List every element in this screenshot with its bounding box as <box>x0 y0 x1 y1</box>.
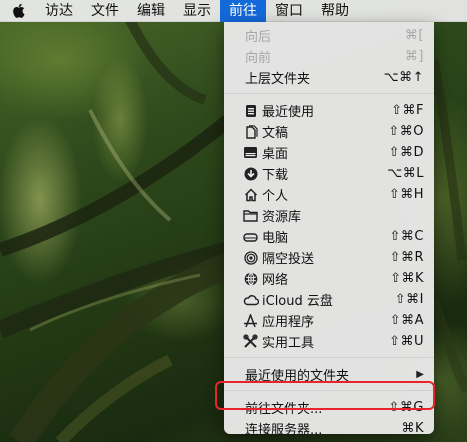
menu-item-label: 最近使用 <box>262 105 315 120</box>
menu-item-label: 下载 <box>262 168 289 183</box>
menu-item-shortcut: ⇧⌘H <box>388 187 424 202</box>
airdrop-icon <box>242 249 259 266</box>
menu-item-shortcut: ⇧⌘C <box>389 229 424 244</box>
menu-item-label: iCloud 云盘 <box>262 294 333 309</box>
menu-item-shortcut: ⌘K <box>401 421 424 436</box>
menubar-item-go[interactable]: 前往 <box>220 0 266 22</box>
menu-item-downloads[interactable]: 下载 ⌥⌘L <box>224 163 434 184</box>
apple-logo-icon <box>12 3 24 18</box>
menu-bar: 访达 文件 编辑 显示 前往 窗口 帮助 <box>0 0 467 22</box>
menu-item-shortcut: ⇧⌘A <box>389 313 424 328</box>
menu-item-home[interactable]: 个人 ⇧⌘H <box>224 184 434 205</box>
menu-item-label: 网络 <box>262 273 289 288</box>
menu-item-computer[interactable]: 电脑 ⇧⌘C <box>224 226 434 247</box>
applications-icon <box>242 312 259 329</box>
menubar-item-edit[interactable]: 编辑 <box>128 0 174 22</box>
documents-icon <box>242 123 259 140</box>
menu-item-utilities[interactable]: 实用工具 ⇧⌘U <box>224 331 434 352</box>
menu-item-shortcut: ⌥⌘↑ <box>383 70 424 85</box>
menu-item-back[interactable]: 向后 ⌘[ <box>224 25 434 46</box>
menubar-item-finder[interactable]: 访达 <box>36 0 82 22</box>
menu-item-shortcut: ⇧⌘R <box>389 250 424 265</box>
menu-item-shortcut: ⇧⌘D <box>388 145 424 160</box>
menu-item-desktop[interactable]: 桌面 ⇧⌘D <box>224 142 434 163</box>
menu-item-network[interactable]: 网络 ⇧⌘K <box>224 268 434 289</box>
menu-item-shortcut: ⇧⌘F <box>391 103 424 118</box>
menubar-item-view[interactable]: 显示 <box>174 0 220 22</box>
library-folder-icon <box>242 207 259 224</box>
menu-item-label: 应用程序 <box>262 315 315 330</box>
menu-separator <box>224 357 434 358</box>
menu-item-enclosing-folder[interactable]: 上层文件夹 ⌥⌘↑ <box>224 67 434 88</box>
menu-item-label: 资源库 <box>262 210 302 225</box>
menu-item-label: 实用工具 <box>262 336 315 351</box>
menu-item-airdrop[interactable]: 隔空投送 ⇧⌘R <box>224 247 434 268</box>
menu-item-shortcut: ⇧⌘O <box>388 124 424 139</box>
menu-item-label: 向后 <box>245 30 272 45</box>
menu-item-icloud-drive[interactable]: iCloud 云盘 ⇧⌘I <box>224 289 434 310</box>
menu-item-shortcut: ⌘[ <box>404 28 424 43</box>
menu-item-label: 电脑 <box>262 231 289 246</box>
computer-icon <box>242 228 259 245</box>
menu-item-shortcut: ⌥⌘L <box>387 166 424 181</box>
menubar-item-window[interactable]: 窗口 <box>266 0 312 22</box>
menubar-item-help[interactable]: 帮助 <box>312 0 358 22</box>
utilities-icon <box>242 333 259 350</box>
desktop-icon <box>242 144 259 161</box>
menu-item-label: 向前 <box>245 51 272 66</box>
network-icon <box>242 270 259 287</box>
home-icon <box>242 186 259 203</box>
menu-item-documents[interactable]: 文稿 ⇧⌘O <box>224 121 434 142</box>
menu-item-recents[interactable]: 最近使用 ⇧⌘F <box>224 100 434 121</box>
menu-separator <box>224 93 434 94</box>
menu-item-label: 文稿 <box>262 126 289 141</box>
annotation-highlight-box <box>215 381 435 410</box>
menu-item-shortcut: ⌘] <box>404 49 424 64</box>
menu-item-connect-to-server[interactable]: 连接服务器... ⌘K <box>224 418 434 439</box>
go-menu-dropdown: 向后 ⌘[ 向前 ⌘] 上层文件夹 ⌥⌘↑ 最近使用 ⇧⌘F 文稿 ⇧⌘O 桌面… <box>224 22 434 438</box>
menu-item-library[interactable]: 资源库 <box>224 205 434 226</box>
menu-item-label: 隔空投送 <box>262 252 315 267</box>
recents-icon <box>242 102 259 119</box>
menu-item-shortcut: ⇧⌘U <box>389 334 424 349</box>
menu-item-label: 连接服务器... <box>245 423 323 438</box>
menu-item-shortcut: ⇧⌘I <box>394 292 424 307</box>
submenu-arrow-icon: ▶ <box>416 369 424 380</box>
menu-item-label: 上层文件夹 <box>245 72 311 87</box>
menu-item-applications[interactable]: 应用程序 ⇧⌘A <box>224 310 434 331</box>
menu-item-forward[interactable]: 向前 ⌘] <box>224 46 434 67</box>
menu-item-label: 桌面 <box>262 147 289 162</box>
icloud-icon <box>242 291 259 308</box>
menubar-item-file[interactable]: 文件 <box>82 0 128 22</box>
menu-item-label: 个人 <box>262 189 289 204</box>
apple-menu[interactable] <box>0 0 36 22</box>
downloads-icon <box>242 165 259 182</box>
menu-item-shortcut: ⇧⌘K <box>390 271 424 286</box>
